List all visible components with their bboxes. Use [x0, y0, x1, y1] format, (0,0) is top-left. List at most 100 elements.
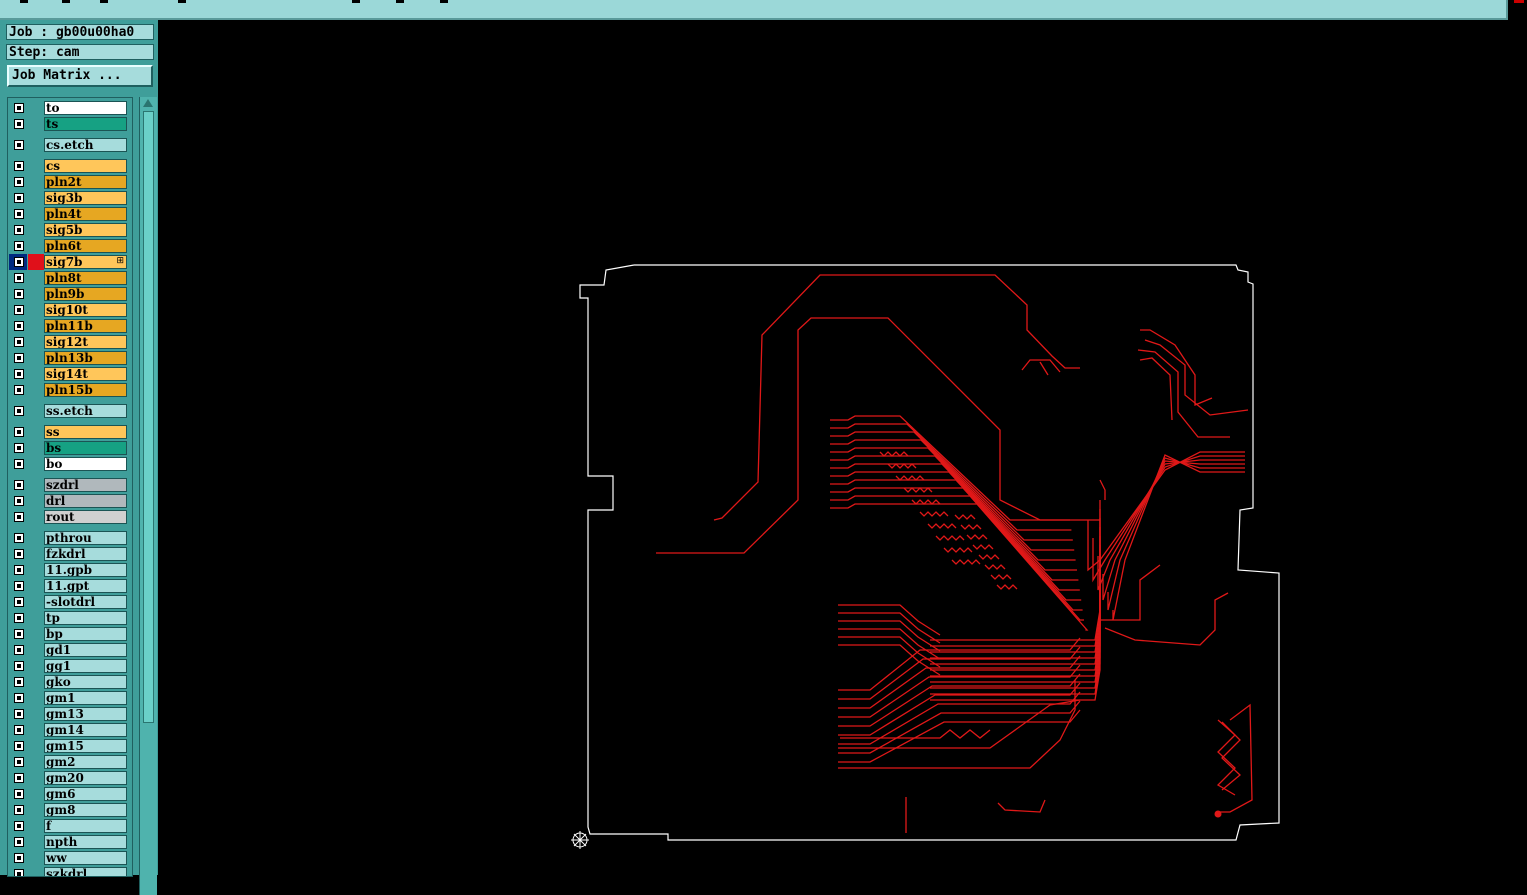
layer-affected-marker[interactable] — [28, 158, 44, 174]
layer-checkbox[interactable] — [9, 546, 27, 562]
layer-affected-marker[interactable] — [28, 706, 44, 722]
layer-affected-marker[interactable] — [28, 206, 44, 222]
scroll-thumb[interactable] — [143, 111, 154, 723]
layer-row[interactable]: sig14t — [8, 366, 132, 382]
checkbox-icon[interactable] — [14, 321, 24, 331]
layer-name[interactable]: to — [44, 101, 127, 115]
checkbox-icon[interactable] — [14, 629, 24, 639]
layer-checkbox[interactable] — [9, 866, 27, 876]
layer-checkbox[interactable] — [9, 509, 27, 525]
layer-name[interactable]: cs.etch — [44, 138, 127, 152]
layer-name[interactable]: gg1 — [44, 659, 127, 673]
layer-affected-marker[interactable] — [28, 477, 44, 493]
checkbox-icon[interactable] — [14, 661, 24, 671]
layer-name[interactable]: gm14 — [44, 723, 127, 737]
layer-affected-marker[interactable] — [28, 866, 44, 876]
layer-name[interactable]: sig7b ⊞ — [44, 255, 127, 269]
close-icon[interactable] — [1514, 0, 1524, 3]
layer-checkbox[interactable] — [9, 594, 27, 610]
layer-name[interactable]: gko — [44, 675, 127, 689]
layer-row[interactable]: fzkdrl — [8, 546, 132, 562]
layer-affected-marker[interactable] — [28, 254, 44, 270]
layer-checkbox[interactable] — [9, 137, 27, 153]
layer-name[interactable]: sig3b — [44, 191, 127, 205]
layer-name[interactable]: f — [44, 819, 127, 833]
layer-checkbox[interactable] — [9, 690, 27, 706]
layer-row[interactable]: to — [8, 100, 132, 116]
checkbox-icon[interactable] — [14, 140, 24, 150]
checkbox-icon[interactable] — [14, 741, 24, 751]
scroll-up-icon[interactable] — [143, 99, 153, 107]
layer-row[interactable]: pln6t — [8, 238, 132, 254]
layer-name[interactable]: gm20 — [44, 771, 127, 785]
layer-row[interactable]: gm6 — [8, 786, 132, 802]
layer-name[interactable]: sig5b — [44, 223, 127, 237]
layer-name[interactable]: 11.gpb — [44, 563, 127, 577]
toolbar-button[interactable] — [178, 0, 186, 3]
layer-checkbox[interactable] — [9, 238, 27, 254]
layer-affected-marker[interactable] — [28, 754, 44, 770]
layer-checkbox[interactable] — [9, 190, 27, 206]
checkbox-icon[interactable] — [14, 119, 24, 129]
layer-checkbox[interactable] — [9, 100, 27, 116]
layer-checkbox[interactable] — [9, 834, 27, 850]
layer-name[interactable]: pln13b — [44, 351, 127, 365]
layer-name[interactable]: pthrou — [44, 531, 127, 545]
toolbar-button[interactable] — [20, 0, 28, 3]
checkbox-icon[interactable] — [14, 273, 24, 283]
layer-checkbox[interactable] — [9, 158, 27, 174]
layer-affected-marker[interactable] — [28, 174, 44, 190]
checkbox-icon[interactable] — [14, 565, 24, 575]
checkbox-icon[interactable] — [14, 225, 24, 235]
checkbox-icon[interactable] — [14, 385, 24, 395]
layer-name[interactable]: pln8t — [44, 271, 127, 285]
layer-row[interactable]: pthrou — [8, 530, 132, 546]
checkbox-icon[interactable] — [14, 103, 24, 113]
toolbar-button[interactable] — [100, 0, 108, 3]
layer-row[interactable]: szdrl — [8, 477, 132, 493]
layer-row[interactable]: gm13 — [8, 706, 132, 722]
checkbox-icon[interactable] — [14, 869, 24, 876]
layer-checkbox[interactable] — [9, 477, 27, 493]
layer-affected-marker[interactable] — [28, 786, 44, 802]
layer-row[interactable]: cs — [8, 158, 132, 174]
layer-name[interactable]: sig10t — [44, 303, 127, 317]
layer-checkbox[interactable] — [9, 254, 27, 270]
layer-name[interactable]: bo — [44, 457, 127, 471]
checkbox-icon[interactable] — [14, 805, 24, 815]
layer-affected-marker[interactable] — [28, 546, 44, 562]
layer-checkbox[interactable] — [9, 578, 27, 594]
layer-name[interactable]: ss.etch — [44, 404, 127, 418]
checkbox-icon[interactable] — [14, 406, 24, 416]
layer-name[interactable]: rout — [44, 510, 127, 524]
layer-row[interactable]: gg1 — [8, 658, 132, 674]
layer-row[interactable]: pln4t — [8, 206, 132, 222]
toolbar-button[interactable] — [62, 0, 70, 3]
layer-checkbox[interactable] — [9, 722, 27, 738]
checkbox-icon[interactable] — [14, 257, 24, 267]
layer-affected-marker[interactable] — [28, 222, 44, 238]
layer-name[interactable]: gm13 — [44, 707, 127, 721]
layer-name[interactable]: fzkdrl — [44, 547, 127, 561]
job-matrix-button[interactable]: Job Matrix ... — [7, 65, 153, 87]
layer-row[interactable]: ss.etch — [8, 403, 132, 419]
checkbox-icon[interactable] — [14, 427, 24, 437]
layer-row[interactable]: ss — [8, 424, 132, 440]
layer-checkbox[interactable] — [9, 350, 27, 366]
layer-name[interactable]: cs — [44, 159, 127, 173]
layer-name[interactable]: bp — [44, 627, 127, 641]
layer-checkbox[interactable] — [9, 286, 27, 302]
layer-affected-marker[interactable] — [28, 456, 44, 472]
toolbar-button[interactable] — [352, 0, 360, 3]
layer-checkbox[interactable] — [9, 530, 27, 546]
layer-affected-marker[interactable] — [28, 350, 44, 366]
checkbox-icon[interactable] — [14, 193, 24, 203]
layer-affected-marker[interactable] — [28, 850, 44, 866]
checkbox-icon[interactable] — [14, 725, 24, 735]
layer-checkbox[interactable] — [9, 610, 27, 626]
layer-checkbox[interactable] — [9, 403, 27, 419]
layer-checkbox[interactable] — [9, 116, 27, 132]
checkbox-icon[interactable] — [14, 241, 24, 251]
layer-checkbox[interactable] — [9, 674, 27, 690]
layer-checkbox[interactable] — [9, 850, 27, 866]
